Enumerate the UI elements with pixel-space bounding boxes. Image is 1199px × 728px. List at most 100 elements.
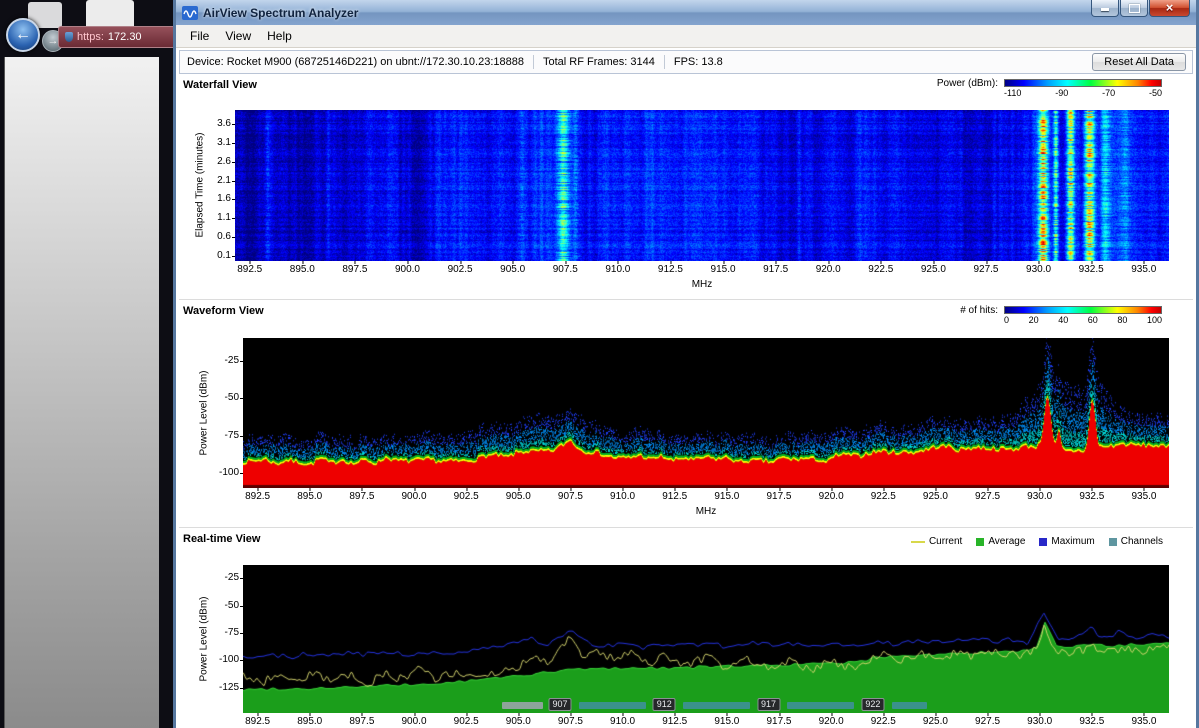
reset-all-data-button[interactable]: Reset All Data (1092, 53, 1186, 71)
background-page (4, 57, 159, 728)
maximize-button[interactable] (1120, 0, 1148, 17)
address-scheme: https: (77, 31, 104, 43)
app-icon (182, 5, 198, 21)
menu-view[interactable]: View (217, 27, 259, 45)
x-axis-tick: 902.5 (454, 716, 479, 727)
legend-label: Channels (1121, 536, 1163, 547)
x-axis-tick: 927.5 (975, 716, 1000, 727)
x-axis-tick: 900.0 (402, 716, 427, 727)
menu-help[interactable]: Help (259, 27, 300, 45)
close-button[interactable]: × (1149, 0, 1190, 17)
section-divider (179, 527, 1193, 528)
x-axis-tick: 935.0 (1131, 491, 1156, 502)
screen: ← → https: 172.30 AirView Spectrum Analy… (0, 0, 1199, 728)
y-axis-tick: 0.6 (217, 231, 231, 243)
waterfall-y-axis-ticks: 3.63.12.62.11.61.10.60.1 (207, 110, 233, 261)
menu-bar: File View Help (176, 25, 1196, 48)
x-axis-tick: 902.5 (454, 491, 479, 502)
x-axis-tick: 900.0 (395, 264, 420, 275)
browser-back-button[interactable]: ← (6, 18, 40, 52)
address-host: 172.30 (108, 31, 142, 43)
legend-item-average: Average (976, 536, 1025, 547)
y-axis-tick: -125 (219, 682, 239, 694)
legend-swatch (1109, 538, 1117, 546)
x-axis-tick: 917.5 (766, 491, 791, 502)
x-axis-tick: 907.5 (558, 491, 583, 502)
fps-value: FPS: 13.8 (674, 56, 723, 68)
x-axis-tick: 912.5 (658, 264, 683, 275)
x-axis-tick: 922.5 (868, 264, 893, 275)
x-axis-tick: 907.5 (553, 264, 578, 275)
minimize-button[interactable] (1091, 0, 1119, 17)
y-axis-tick: 1.6 (217, 193, 231, 205)
hits-scale-label: # of hits: (960, 306, 998, 316)
x-axis-tick: 902.5 (448, 264, 473, 275)
security-shield-icon (65, 32, 73, 42)
realtime-y-axis-ticks: -25-50-75-100-125 (213, 565, 241, 713)
power-gradient-bar (1004, 79, 1162, 87)
waterfall-y-axis-label: Elapsed Time (minutes) (195, 132, 206, 237)
x-axis-tick: 897.5 (342, 264, 367, 275)
y-axis-tick: -75 (225, 430, 239, 442)
status-separator (664, 55, 665, 69)
status-bar: Device: Rocket M900 (68725146D221) on ub… (179, 50, 1193, 74)
x-axis-tick: 892.5 (245, 716, 270, 727)
x-axis-tick: 912.5 (662, 491, 687, 502)
x-axis-tick: 905.0 (506, 716, 531, 727)
y-axis-tick: -50 (225, 392, 239, 404)
waterfall-spectrogram-canvas (235, 110, 1169, 261)
window-controls: × (1091, 0, 1190, 17)
menu-file[interactable]: File (182, 27, 217, 45)
x-axis-tick: 935.0 (1131, 264, 1156, 275)
rf-frames-count: Total RF Frames: 3144 (543, 56, 655, 68)
x-axis-tick: 915.0 (714, 491, 739, 502)
waveform-view-title: Waveform View (183, 305, 264, 317)
legend-swatch (911, 541, 925, 543)
minimize-icon (1101, 8, 1109, 11)
x-axis-tick: 910.0 (610, 716, 635, 727)
browser-address-bar[interactable]: https: 172.30 (58, 26, 176, 48)
power-scale: Power (dBm): -110-90-70-50 (937, 79, 1162, 98)
x-axis-tick: 927.5 (973, 264, 998, 275)
x-axis-tick: 925.0 (923, 491, 948, 502)
scale-tick: 20 (1029, 315, 1039, 325)
y-axis-tick: -75 (225, 627, 239, 639)
scale-tick: 100 (1147, 315, 1162, 325)
scale-tick: -50 (1149, 88, 1162, 98)
close-icon: × (1166, 0, 1174, 15)
legend-item-channels: Channels (1109, 536, 1163, 547)
hits-gradient-bar (1004, 306, 1162, 314)
x-axis-tick: 905.0 (506, 491, 531, 502)
x-axis-tick: 922.5 (871, 716, 896, 727)
y-axis-tick: -25 (225, 572, 239, 584)
x-axis-tick: 927.5 (975, 491, 1000, 502)
x-axis-tick: 900.0 (402, 491, 427, 502)
scale-tick: 80 (1117, 315, 1127, 325)
x-axis-tick: 930.0 (1027, 491, 1052, 502)
title-bar[interactable]: AirView Spectrum Analyzer × (176, 0, 1196, 26)
waveform-plot-canvas (243, 338, 1169, 488)
waterfall-x-axis-unit: MHz (235, 279, 1169, 290)
hits-scale-ticks: 020406080100 (1004, 315, 1162, 325)
x-axis-tick: 932.5 (1079, 716, 1104, 727)
x-axis-tick: 897.5 (349, 716, 374, 727)
legend-item-current: Current (911, 536, 962, 547)
airview-window: AirView Spectrum Analyzer × File View He… (173, 0, 1199, 728)
x-axis-tick: 912.5 (662, 716, 687, 727)
x-axis-tick: 915.0 (714, 716, 739, 727)
realtime-y-axis-label: Power Level (dBm) (199, 596, 210, 681)
y-axis-tick: 2.6 (217, 156, 231, 168)
scale-tick: -110 (1004, 88, 1021, 98)
status-separator (533, 55, 534, 69)
window-title: AirView Spectrum Analyzer (203, 6, 358, 20)
x-axis-tick: 920.0 (816, 264, 841, 275)
x-axis-tick: 925.0 (923, 716, 948, 727)
x-axis-tick: 932.5 (1079, 491, 1104, 502)
x-axis-tick: 917.5 (763, 264, 788, 275)
scale-tick: 0 (1004, 315, 1009, 325)
y-axis-tick: 3.6 (217, 118, 231, 130)
legend-label: Maximum (1051, 536, 1094, 547)
y-axis-tick: -25 (225, 355, 239, 367)
x-axis-tick: 917.5 (766, 716, 791, 727)
x-axis-tick: 935.0 (1131, 716, 1156, 727)
